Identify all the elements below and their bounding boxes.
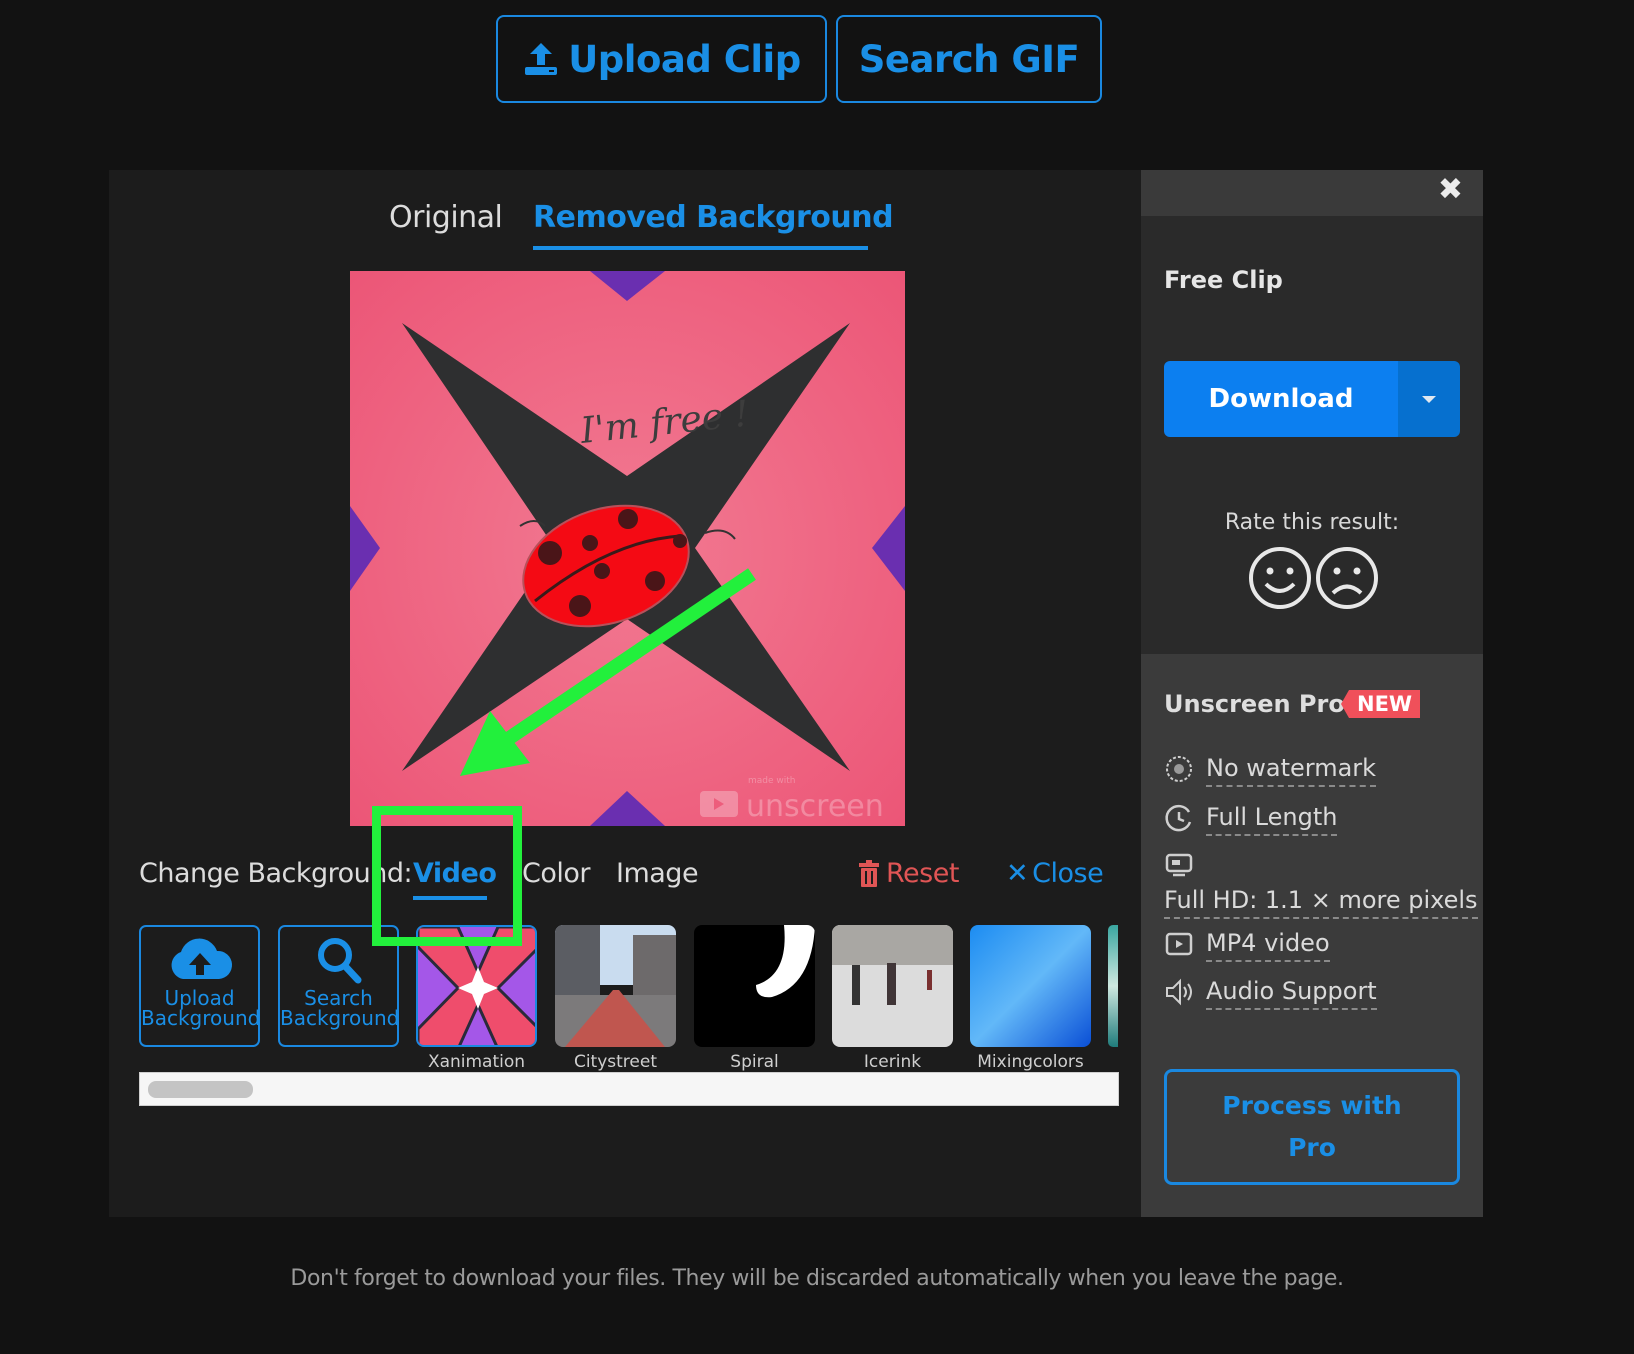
smiley-happy-icon[interactable] xyxy=(1248,546,1312,610)
svg-text:made with: made with xyxy=(748,776,796,786)
bg-thumbnail-partial[interactable] xyxy=(1108,925,1118,1047)
smiley-sad-icon[interactable] xyxy=(1315,546,1379,610)
search-gif-label: Search GIF xyxy=(858,37,1080,81)
thumbnail-label: Icerink xyxy=(863,1052,922,1072)
bg-option-image[interactable]: Image xyxy=(616,858,699,889)
search-gif-button[interactable]: Search GIF xyxy=(836,15,1102,103)
watermark-icon xyxy=(1166,756,1192,782)
download-sidebar: ✖ Free Clip Download Rate this result: U… xyxy=(1141,170,1483,1217)
download-split-button: Download xyxy=(1164,361,1460,437)
clock-icon xyxy=(1165,804,1192,832)
bg-thumbnail-spiral[interactable] xyxy=(694,925,815,1047)
bg-option-color[interactable]: Color xyxy=(522,858,591,889)
reset-label: Reset xyxy=(886,858,959,889)
new-badge: NEW xyxy=(1341,690,1421,718)
tab-removed-background[interactable]: Removed Background xyxy=(533,200,894,235)
download-button[interactable]: Download xyxy=(1164,361,1398,437)
thumbnail-scrollbar[interactable] xyxy=(139,1072,1119,1106)
bg-thumbnail-mixingcolors[interactable] xyxy=(970,925,1091,1047)
tab-original[interactable]: Original xyxy=(389,200,503,235)
footer-notice: Don't forget to download your files. The… xyxy=(290,1266,1344,1291)
free-clip-title: Free Clip xyxy=(1164,266,1283,294)
search-icon xyxy=(317,938,361,984)
svg-text:unscreen: unscreen xyxy=(746,789,884,824)
download-options-button[interactable] xyxy=(1398,361,1460,437)
close-x-icon: ✕ xyxy=(1006,858,1029,889)
sidebar-header xyxy=(1141,170,1483,216)
play-icon xyxy=(1165,932,1193,956)
bg-thumbnail-icerink[interactable] xyxy=(832,925,953,1047)
upload-background-label-2: Background xyxy=(141,1006,261,1030)
reset-button[interactable]: Reset xyxy=(858,858,959,889)
upload-clip-button[interactable]: Upload Clip xyxy=(496,15,827,103)
close-bg-button[interactable]: ✕ Close xyxy=(1006,858,1104,889)
rate-label: Rate this result: xyxy=(1224,510,1400,535)
feature-no-watermark: No watermark xyxy=(1164,754,1377,787)
scrollbar-thumb[interactable] xyxy=(148,1081,253,1098)
bg-thumbnail-citystreet[interactable] xyxy=(555,925,676,1047)
feature-audio: Audio Support xyxy=(1164,977,1377,1010)
thumbnail-label: Mixingcolors xyxy=(977,1052,1084,1072)
feature-mp4: MP4 video xyxy=(1164,929,1330,962)
process-with-pro-button[interactable]: Process with Pro xyxy=(1164,1069,1460,1185)
annotation-highlight-box xyxy=(372,806,522,946)
thumbnail-label: Citystreet xyxy=(573,1052,658,1072)
speaker-icon xyxy=(1166,978,1192,1006)
close-icon[interactable]: ✖ xyxy=(1438,172,1463,207)
search-background-label-1: Search xyxy=(304,986,373,1010)
search-background-label-2: Background xyxy=(280,1006,400,1030)
active-tab-indicator xyxy=(533,246,868,250)
thumbnail-label: Xanimation xyxy=(427,1052,526,1072)
process-label-2: Pro xyxy=(1288,1133,1336,1162)
pro-title: Unscreen Pro xyxy=(1164,690,1345,718)
video-preview[interactable]: I'm free ! made with unscreen xyxy=(350,271,905,826)
upload-icon xyxy=(525,43,558,75)
thumbnail-label: Spiral xyxy=(730,1052,779,1072)
caret-down-icon xyxy=(1422,395,1436,403)
trash-icon xyxy=(859,859,879,887)
new-badge-label: NEW xyxy=(1349,690,1421,718)
preview-image: I'm free ! made with unscreen xyxy=(350,271,905,826)
close-label: Close xyxy=(1032,858,1104,889)
feature-full-hd: Full HD: 1.1 × more pixels xyxy=(1164,850,1478,919)
cloud-upload-icon xyxy=(171,938,232,979)
process-label-1: Process with xyxy=(1222,1091,1402,1120)
upload-clip-label: Upload Clip xyxy=(568,37,801,81)
upload-background-button[interactable]: Upload Background xyxy=(139,925,260,1047)
feature-full-length: Full Length xyxy=(1164,803,1338,836)
monitor-icon xyxy=(1165,853,1193,877)
pro-section: Unscreen Pro NEW No watermark Full Lengt… xyxy=(1141,654,1483,1217)
upload-background-label-1: Upload xyxy=(164,986,235,1010)
